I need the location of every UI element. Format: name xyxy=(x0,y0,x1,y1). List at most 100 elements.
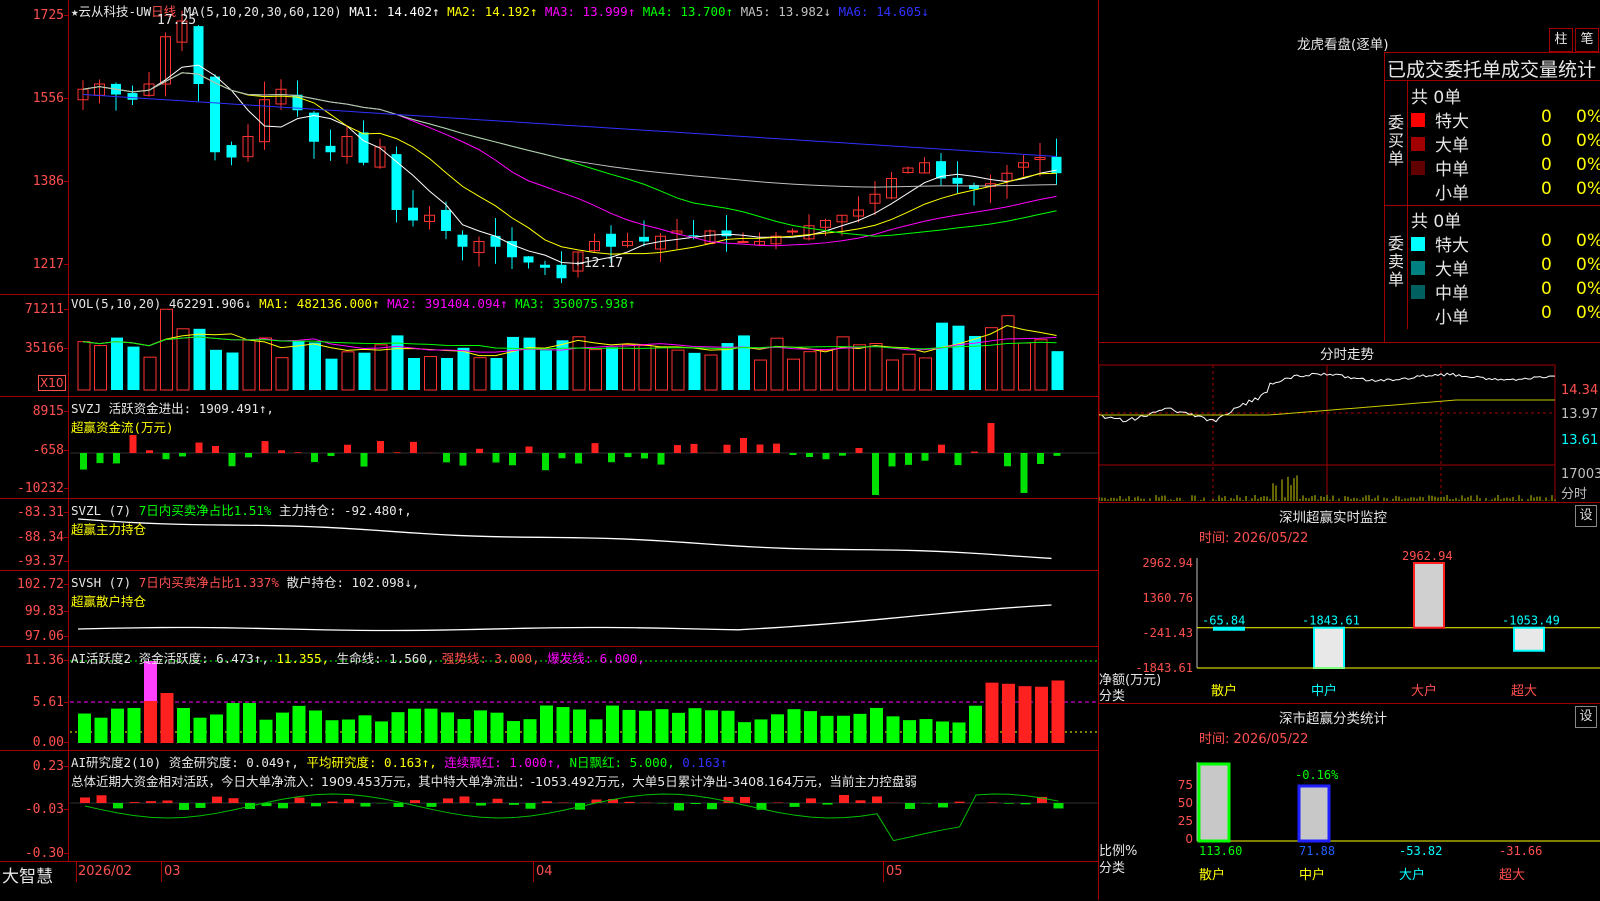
activity-bar xyxy=(656,709,669,743)
tick-view-button[interactable]: 笔 xyxy=(1575,28,1599,52)
ai-research-pane[interactable]: 0.23 -0.03 -0.30 AI研究度2(10) 资金研究度: 0.049… xyxy=(0,751,1098,862)
svzl-pane[interactable]: -83.31 -88.34 -93.37 SVZL (7) 7日内买卖净占比1.… xyxy=(0,499,1098,571)
volume-bar xyxy=(837,337,849,390)
activity-bar xyxy=(1019,686,1032,743)
svzl-indicator-line: SVZL (7) 7日内买卖净占比1.51% 主力持仓: -92.480↑, 超… xyxy=(71,500,412,538)
research-bar xyxy=(212,797,222,803)
sz-stats-chart[interactable]: 7550250-0.16%113.60散户71.88中户-53.82大户-31.… xyxy=(1099,704,1600,901)
date-label: 05 xyxy=(886,864,903,879)
ma5-indicator: MA5: 13.982↓ xyxy=(741,4,831,19)
research-bar xyxy=(674,803,684,810)
volume-pane[interactable]: 71211 35166 X10 VOL(5,10,20) 462291.906↓… xyxy=(0,295,1098,397)
candle-body xyxy=(557,265,567,278)
research-bar xyxy=(476,803,486,806)
monitor-category: 中户 xyxy=(1311,683,1337,699)
candlestick-chart[interactable] xyxy=(0,0,1098,294)
flow-bar xyxy=(1021,453,1028,493)
intraday-tick-mid: 13.97 xyxy=(1561,407,1598,422)
bar-view-button[interactable]: 柱 xyxy=(1549,28,1573,52)
flow-bar xyxy=(80,453,87,470)
buy-medium-count: 0 xyxy=(1541,155,1552,175)
activity-bar xyxy=(78,714,91,743)
sell-large-count: 0 xyxy=(1541,255,1552,275)
research-bar xyxy=(460,796,470,803)
research-bar xyxy=(394,803,404,807)
intraday-chart[interactable] xyxy=(1099,343,1600,503)
flow-bar xyxy=(344,445,351,453)
activity-bar xyxy=(953,722,966,743)
volume-indicator-line: VOL(5,10,20) 462291.906↓ MA1: 482136.000… xyxy=(71,296,636,311)
flow-bar xyxy=(823,453,830,459)
ai-activity-pane[interactable]: 11.36 5.61 0.00 AI活跃度2 资金活跃度: 6.473↑, 11… xyxy=(0,647,1098,751)
research-bar xyxy=(872,796,882,803)
ma6-indicator: MA6: 14.605↓ xyxy=(838,4,928,19)
activity-bar-peak xyxy=(144,661,157,701)
flow-bar xyxy=(476,449,483,453)
order-stats-title: 已成交委托单成交量统计 xyxy=(1387,55,1596,82)
activity-bar xyxy=(837,716,850,743)
activity-bar xyxy=(738,722,751,743)
research-bar xyxy=(97,795,107,803)
research-bar xyxy=(1054,803,1064,808)
candle-pane[interactable]: 1725 1556 1386 1217 ★云从科技-UW日线 MA(5,10,2… xyxy=(0,0,1098,295)
monitor-bar xyxy=(1514,628,1544,651)
flow-bar xyxy=(790,453,797,455)
candle-body xyxy=(507,241,517,257)
candle-body xyxy=(738,242,748,243)
ai2-title: AI研究度2(10) xyxy=(71,755,161,770)
volume-bar xyxy=(408,358,420,390)
lhb-title: 龙虎看盘(逐单) xyxy=(1297,33,1389,53)
flow-bar xyxy=(130,435,137,453)
volume-bar xyxy=(474,358,486,390)
monitor-value-label: -1843.61 xyxy=(1302,614,1360,628)
flow-bar xyxy=(773,444,780,453)
sz-stats-panel[interactable]: 深市超赢分类统计 设 时间: 2026/05/22 7550250-0.16%1… xyxy=(1099,703,1600,901)
volume-bar xyxy=(78,342,90,390)
sz-monitor-panel[interactable]: 深圳超赢实时监控 设 时间: 2026/05/22 2962.941360.76… xyxy=(1099,502,1600,703)
activity-bar xyxy=(573,710,586,743)
volume-bar xyxy=(441,358,453,390)
flow-bar xyxy=(724,445,731,453)
volume-bar xyxy=(804,352,816,390)
activity-bar xyxy=(177,708,190,743)
flow-bar xyxy=(905,453,912,465)
candle-body xyxy=(722,230,732,236)
flow-bar xyxy=(509,453,516,465)
svzj-pane[interactable]: 8915 -658 -10232 SVZJ 活跃资金进出: 1909.491↑,… xyxy=(0,397,1098,499)
ma1-indicator: MA1: 14.402↑ xyxy=(349,4,439,19)
stats-category: 散户 xyxy=(1199,867,1225,883)
buy-small-count: 0 xyxy=(1541,179,1552,199)
sell-super-label: 特大 xyxy=(1435,231,1469,256)
buy-medium-color xyxy=(1411,161,1425,175)
svzj-text: 活跃资金进出: 1909.491↑, xyxy=(109,401,274,416)
volume-bar xyxy=(738,335,750,390)
monitor-category: 超大 xyxy=(1511,684,1537,699)
volume-bar xyxy=(359,353,371,390)
sell-super-count: 0 xyxy=(1541,231,1552,251)
stats-pct-label: -0.16% xyxy=(1295,768,1339,782)
sz-monitor-chart[interactable]: 2962.941360.76-241.43-1843.61-65.84散户-18… xyxy=(1099,503,1600,703)
monitor-tick: 1360.76 xyxy=(1142,591,1193,605)
research-bar xyxy=(905,803,915,809)
flow-bar xyxy=(806,453,813,457)
flow-bar xyxy=(740,438,747,453)
activity-bar xyxy=(557,707,570,743)
candle-body xyxy=(441,210,451,231)
svsh-pane[interactable]: 102.72 99.83 97.06 SVSH (7) 7日内买卖净占比1.33… xyxy=(0,571,1098,647)
sz-monitor-xlabel: 分类 xyxy=(1099,685,1125,704)
stats-value: -31.66 xyxy=(1499,844,1542,858)
order-stats-box: 已成交委托单成交量统计 委买单 共 0单 特大 0 0% 大单 0 0% 中单 … xyxy=(1384,52,1600,343)
date-divider xyxy=(76,862,77,882)
flow-bar xyxy=(658,453,665,465)
volume-bar xyxy=(128,347,140,390)
research-bar xyxy=(80,797,90,803)
volume-bar xyxy=(540,350,552,390)
monitor-value-label: -65.84 xyxy=(1202,614,1245,628)
candle-body xyxy=(639,237,649,242)
volume-bar xyxy=(788,359,800,390)
activity-bar xyxy=(870,708,883,743)
stats-value: 71.88 xyxy=(1299,844,1335,858)
intraday-panel[interactable]: 分时走势 14.34 13.97 13.61 17003 分时 xyxy=(1099,342,1600,503)
candle-body xyxy=(408,208,418,221)
flow-bar xyxy=(542,453,549,470)
